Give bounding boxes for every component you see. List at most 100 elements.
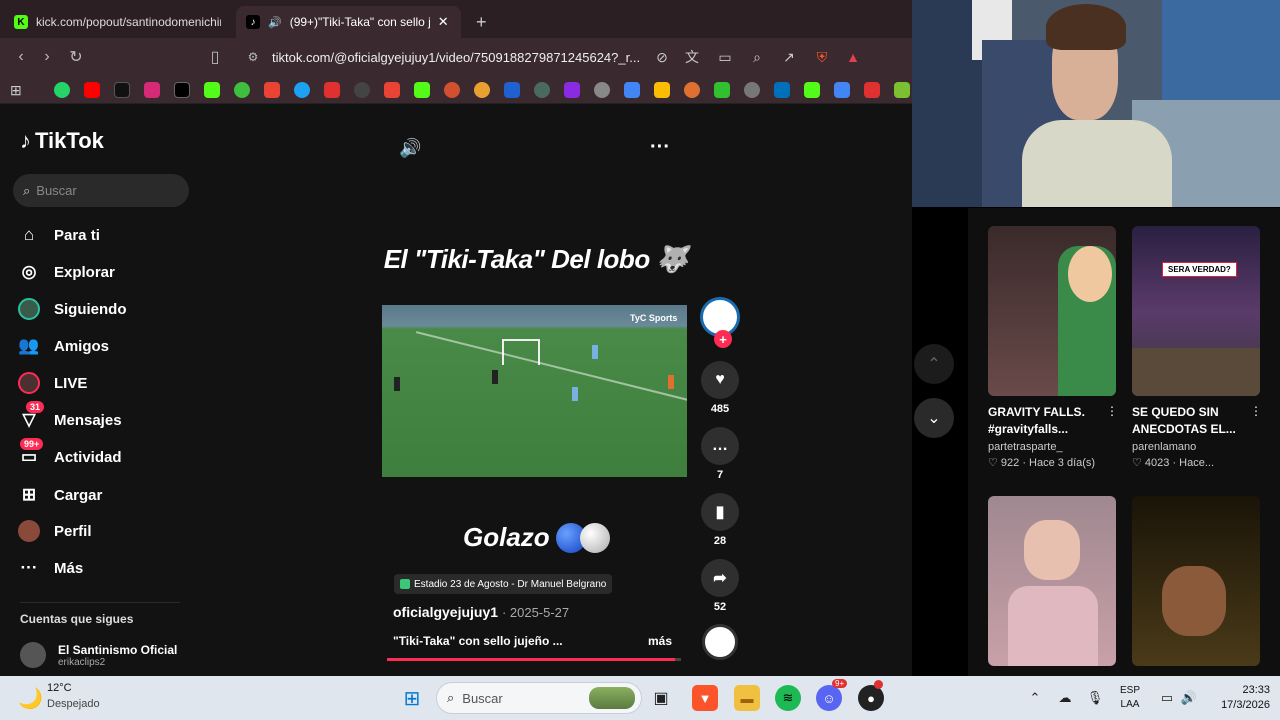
onedrive-icon[interactable]: ☁ — [1052, 685, 1078, 711]
card-menu-icon[interactable]: ⋮ — [1250, 404, 1262, 418]
like-button[interactable]: ♥ 485 — [700, 361, 740, 415]
brave-shield-icon[interactable]: ⛨ — [812, 47, 832, 67]
cast-icon[interactable]: ▭ — [715, 47, 735, 67]
clock[interactable]: 23:33 17/3/2026 — [1204, 683, 1270, 713]
discord-icon[interactable]: ☺ 9+ — [816, 679, 848, 711]
nav-explorar[interactable]: ◎ Explorar — [18, 261, 115, 283]
kick-bookmark-icon[interactable] — [804, 82, 820, 98]
drive-icon[interactable] — [654, 82, 670, 98]
whatsapp-icon[interactable] — [54, 82, 70, 98]
recommendation-card[interactable]: GRAVITY FALLS. #gravityfalls... partetra… — [988, 226, 1118, 469]
url-field[interactable]: tiktok.com/@oficialgyejujuy1/video/75091… — [272, 43, 672, 71]
close-icon[interactable]: ✕ — [438, 14, 449, 30]
bookmark-icon[interactable] — [714, 82, 730, 98]
recommendation-card[interactable] — [988, 496, 1116, 666]
taskbar-search[interactable]: ⌕ Buscar — [436, 682, 642, 714]
nav-mensajes[interactable]: ▽ 31 Mensajes — [18, 401, 122, 431]
download-icon[interactable] — [894, 82, 910, 98]
windows-start-icon[interactable]: ⊞ — [399, 685, 425, 711]
speaker-icon: 🔊 — [268, 16, 282, 29]
weather-temp[interactable]: 12°C — [47, 682, 72, 694]
nav-perfil[interactable]: Perfil — [18, 520, 92, 542]
tab-kick[interactable]: K kick.com/popout/santinodomenichin — [4, 6, 232, 38]
brave-rewards-icon[interactable]: ▲ — [843, 47, 863, 67]
tiktok-bookmark-icon[interactable] — [114, 82, 130, 98]
nav-cargar[interactable]: ⊞ Cargar — [18, 484, 102, 506]
paypal-icon[interactable] — [774, 82, 790, 98]
brave-icon[interactable]: ▼ — [692, 685, 718, 711]
bookmark-icon[interactable] — [684, 82, 700, 98]
location-tag[interactable]: Estadio 23 de Agosto - Dr Manuel Belgran… — [394, 574, 613, 594]
microphone-icon[interactable]: 🎙 — [1082, 685, 1108, 711]
file-explorer-icon[interactable]: ▬ — [734, 685, 760, 711]
chevron-up-icon[interactable]: ⌃ — [914, 344, 954, 384]
more-link[interactable]: más — [648, 634, 672, 648]
weather-icon[interactable]: 🌙 — [18, 686, 43, 711]
language-indicator[interactable]: ESP LAA — [1120, 684, 1140, 712]
chevron-down-icon[interactable]: ⌄ — [914, 398, 954, 438]
video-player[interactable]: El "Tiki-Taka" Del lobo 🐺 TyC Sports Gol… — [381, 104, 691, 676]
bookmark-icon[interactable] — [594, 82, 610, 98]
gmail-icon[interactable] — [264, 82, 280, 98]
obs-icon[interactable]: ● — [858, 680, 884, 711]
following-account[interactable]: El Santinismo Oficial erikaclips2 — [20, 642, 177, 668]
youtube-icon[interactable] — [84, 82, 100, 98]
instagram-icon[interactable] — [144, 82, 160, 98]
apps-icon[interactable]: ⊞ — [10, 82, 26, 98]
bookmark-icon[interactable] — [534, 82, 550, 98]
docs-icon[interactable] — [624, 82, 640, 98]
share-icon[interactable]: ↗ — [779, 47, 799, 67]
card-menu-icon[interactable]: ⋮ — [1106, 404, 1118, 418]
video-author[interactable]: oficialgyejujuy1 — [393, 604, 498, 620]
kick-bookmark-icon[interactable] — [414, 82, 430, 98]
tab-tiktok[interactable]: ♪ 🔊 (99+)"Tiki-Taka" con sello juje ✕ — [236, 6, 461, 38]
bookmark-icon[interactable] — [474, 82, 490, 98]
creator-avatar[interactable]: + — [700, 297, 740, 348]
no-eye-icon[interactable]: ⊘ — [652, 47, 672, 67]
nav-siguiendo[interactable]: Siguiendo — [18, 298, 127, 320]
download-icon[interactable] — [864, 82, 880, 98]
bookmark-icon[interactable] — [324, 82, 340, 98]
zoom-icon[interactable]: ⌕ — [747, 47, 767, 67]
docs-icon[interactable] — [834, 82, 850, 98]
x-icon[interactable] — [174, 82, 190, 98]
nav-actividad[interactable]: ▭ 99+ Actividad — [18, 438, 122, 468]
kick-bookmark-icon[interactable] — [204, 82, 220, 98]
tiktok-logo[interactable]: ♪ TikTok — [20, 128, 104, 154]
task-view-icon[interactable]: ▣ — [648, 685, 674, 711]
spotify-icon[interactable]: ≋ — [775, 685, 801, 711]
globe-icon[interactable] — [744, 82, 760, 98]
bookmark-icon[interactable] — [354, 82, 370, 98]
comment-button[interactable]: … 7 — [700, 427, 740, 481]
weather-desc[interactable]: Despejado — [47, 698, 100, 710]
search-input[interactable]: ⌕ Buscar — [13, 174, 189, 207]
nav-live[interactable]: LIVE — [18, 372, 87, 394]
account-name: El Santinismo Oficial — [58, 642, 178, 657]
save-button[interactable]: ▮ 28 — [700, 493, 740, 547]
back-icon[interactable]: ‹ — [10, 46, 32, 68]
forward-icon[interactable]: › — [36, 46, 58, 68]
follow-plus-icon[interactable]: + — [714, 330, 732, 348]
recommendation-card[interactable] — [1132, 496, 1260, 666]
bookmark-icon[interactable] — [444, 82, 460, 98]
bookmark-icon[interactable] — [504, 82, 520, 98]
new-tab-button[interactable]: + — [466, 6, 496, 38]
share-button[interactable]: ➦ 52 — [700, 559, 740, 613]
progress-track[interactable] — [387, 658, 681, 661]
pitch-line — [415, 331, 687, 401]
gmail-icon[interactable] — [384, 82, 400, 98]
bookmark-icon[interactable] — [294, 82, 310, 98]
volume-icon[interactable]: 🔊 — [1176, 685, 1202, 711]
nav-amigos[interactable]: 👥 Amigos — [18, 335, 109, 357]
translate-icon[interactable]: 文 — [682, 47, 702, 67]
bookmark-icon[interactable] — [564, 82, 580, 98]
site-info-icon[interactable]: ⚙ — [242, 46, 264, 68]
reload-icon[interactable]: ↻ — [65, 46, 87, 68]
chevron-up-icon[interactable]: ⌃ — [1022, 685, 1048, 711]
nav-mas[interactable]: ··· Más — [18, 557, 84, 579]
music-disc[interactable] — [700, 624, 740, 660]
recommendation-card[interactable]: SERA VERDAD? SE QUEDO SIN ANECDOTAS EL..… — [1132, 226, 1262, 469]
nav-para-ti[interactable]: ⌂ Para ti — [18, 224, 100, 246]
bookmark-icon[interactable] — [234, 82, 250, 98]
bookmark-icon[interactable]: ▯ — [204, 46, 226, 68]
